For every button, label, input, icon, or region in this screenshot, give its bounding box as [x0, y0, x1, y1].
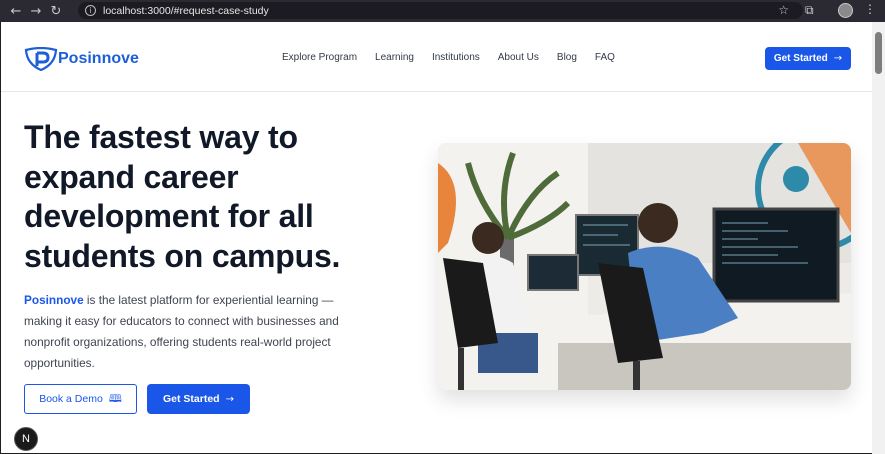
reload-icon[interactable]: ↻: [46, 1, 66, 21]
web-page: Posinnove Explore Program Learning Insti…: [1, 22, 872, 453]
hero-description: Posinnove is the latest platform for exp…: [24, 290, 364, 374]
arrow-right-icon: →: [225, 393, 234, 405]
back-arrow-icon[interactable]: ←: [6, 1, 26, 21]
browser-menu-icon[interactable]: ⋮: [864, 2, 876, 16]
nav-explore-program[interactable]: Explore Program: [282, 52, 357, 63]
nav-blog[interactable]: Blog: [557, 52, 577, 63]
hero-image: [438, 143, 851, 390]
browser-toolbar: ← → ↻ i localhost:3000/#request-case-stu…: [0, 0, 885, 22]
nav-institutions[interactable]: Institutions: [432, 52, 480, 63]
bookmark-star-icon[interactable]: ☆: [778, 3, 789, 17]
book-open-icon: 🕮: [108, 391, 122, 405]
url-text: localhost:3000/#request-case-study: [103, 4, 269, 17]
page-scrollbar[interactable]: [872, 22, 885, 454]
hero-desc-brand: Posinnove: [24, 293, 84, 307]
arrow-right-icon: →: [833, 53, 843, 64]
site-header: Posinnove Explore Program Learning Insti…: [1, 22, 872, 92]
hero-get-started-label: Get Started: [163, 393, 220, 405]
logo-shield-icon: [24, 47, 58, 71]
forward-arrow-icon[interactable]: →: [26, 1, 46, 21]
scrollbar-thumb[interactable]: [875, 32, 882, 74]
extensions-icon[interactable]: ⧉: [805, 3, 819, 17]
book-demo-button[interactable]: Book a Demo 🕮: [24, 384, 137, 414]
hero-get-started-button[interactable]: Get Started →: [147, 384, 250, 414]
book-demo-label: Book a Demo: [39, 393, 103, 405]
brand-name: Posinnove: [58, 50, 139, 67]
site-logo[interactable]: Posinnove: [24, 47, 139, 71]
profile-avatar[interactable]: [838, 3, 853, 18]
header-get-started-label: Get Started: [773, 53, 828, 64]
site-info-icon[interactable]: i: [85, 5, 96, 16]
nav-faq[interactable]: FAQ: [595, 52, 615, 63]
main-nav: Explore Program Learning Institutions Ab…: [282, 52, 633, 63]
address-bar[interactable]: i localhost:3000/#request-case-study ☆: [78, 2, 803, 19]
hero-title: The fastest way to expand career develop…: [24, 119, 341, 274]
nav-about-us[interactable]: About Us: [498, 52, 539, 63]
header-get-started-button[interactable]: Get Started →: [765, 47, 851, 70]
students-at-computers-illustration: [438, 143, 851, 390]
nextjs-dev-badge[interactable]: N: [14, 427, 38, 451]
nav-learning[interactable]: Learning: [375, 52, 414, 63]
